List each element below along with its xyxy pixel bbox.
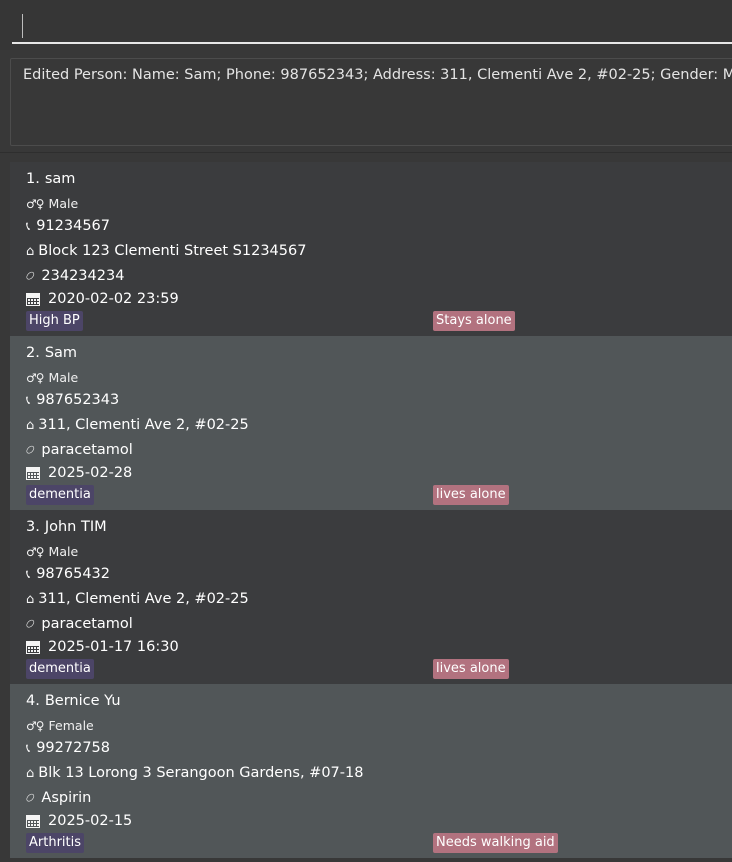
- gender-icon: ♂♀: [26, 370, 45, 385]
- person-phone: 98765432: [36, 566, 111, 582]
- person-name: sam: [44, 171, 76, 187]
- person-medication-line: ⬭ Aspirin: [22, 790, 92, 806]
- command-box: [0, 0, 732, 50]
- condition-tag: High BP: [26, 311, 83, 331]
- calendar-icon: [26, 466, 40, 480]
- calendar-icon: [26, 814, 40, 828]
- gender-icon: ♂♀: [26, 544, 45, 559]
- person-phone: 99272758: [36, 740, 111, 756]
- living-tag: Needs walking aid: [433, 833, 558, 853]
- person-gender-line: ♂♀ Female: [26, 718, 94, 733]
- phone-icon: 📞︎: [26, 218, 31, 233]
- person-list[interactable]: 1. sam ♂♀ Male 📞︎ 91234567 ⌂ Block 123 C…: [10, 162, 732, 858]
- person-index: 3.: [26, 519, 40, 535]
- person-address-line: ⌂ Blk 13 Lorong 3 Serangoon Gardens, #07…: [26, 765, 363, 781]
- person-phone-line: 📞︎ 91234567: [26, 218, 110, 234]
- living-tag: lives alone: [433, 485, 509, 505]
- person-name: John TIM: [44, 519, 107, 535]
- home-icon: ⌂: [26, 417, 35, 433]
- person-appointment: 2025-02-15: [48, 813, 133, 829]
- result-display[interactable]: Edited Person: Name: Sam; Phone: 9876523…: [10, 58, 732, 146]
- gender-icon: ♂♀: [26, 718, 45, 733]
- person-medication-line: ⬭ 234234234: [22, 268, 125, 284]
- divider: [0, 152, 732, 153]
- person-name-line: 2. Sam: [26, 345, 77, 361]
- text-caret: [22, 14, 23, 38]
- person-index: 1.: [26, 171, 40, 187]
- person-appointment-line: 2025-02-28: [26, 465, 132, 481]
- person-medication: paracetamol: [41, 442, 133, 458]
- home-icon: ⌂: [26, 243, 35, 259]
- person-appointment-line: 2025-02-15: [26, 813, 132, 829]
- phone-icon: 📞︎: [26, 566, 31, 581]
- person-appointment: 2020-02-02 23:59: [48, 291, 179, 307]
- person-address: Blk 13 Lorong 3 Serangoon Gardens, #07-1…: [38, 765, 364, 781]
- person-index: 2.: [26, 345, 40, 361]
- phone-icon: 📞︎: [26, 740, 31, 755]
- person-address: 311, Clementi Ave 2, #02-25: [38, 591, 249, 607]
- person-address-line: ⌂ Block 123 Clementi Street S1234567: [26, 243, 306, 259]
- person-appointment-line: 2020-02-02 23:59: [26, 291, 179, 307]
- pill-icon: ⬭: [22, 441, 39, 458]
- person-gender: Male: [48, 544, 79, 559]
- living-tag: lives alone: [433, 659, 509, 679]
- person-gender-line: ♂♀ Male: [26, 544, 78, 559]
- person-name: Bernice Yu: [44, 693, 121, 709]
- command-input[interactable]: [12, 2, 732, 44]
- person-index: 4.: [26, 693, 40, 709]
- person-card[interactable]: 3. John TIM ♂♀ Male 📞︎ 98765432 ⌂ 311, C…: [10, 510, 732, 684]
- living-tag: Stays alone: [433, 311, 515, 331]
- calendar-icon: [26, 292, 40, 306]
- condition-tag: Arthritis: [26, 833, 85, 853]
- person-name: Sam: [44, 345, 78, 361]
- person-card[interactable]: 2. Sam ♂♀ Male 📞︎ 987652343 ⌂ 311, Cleme…: [10, 336, 732, 510]
- person-gender: Male: [48, 370, 79, 385]
- person-card[interactable]: 1. sam ♂♀ Male 📞︎ 91234567 ⌂ Block 123 C…: [10, 162, 732, 336]
- phone-icon: 📞︎: [26, 392, 31, 407]
- person-address-line: ⌂ 311, Clementi Ave 2, #02-25: [26, 591, 249, 607]
- person-name-line: 1. sam: [26, 171, 75, 187]
- person-card[interactable]: 4. Bernice Yu ♂♀ Female 📞︎ 99272758 ⌂ Bl…: [10, 684, 732, 858]
- person-gender: Male: [48, 196, 79, 211]
- person-appointment: 2025-02-28: [48, 465, 133, 481]
- person-medication-line: ⬭ paracetamol: [22, 442, 133, 458]
- result-message: Edited Person: Name: Sam; Phone: 9876523…: [23, 67, 732, 83]
- person-phone-line: 📞︎ 99272758: [26, 740, 110, 756]
- person-phone-line: 📞︎ 987652343: [26, 392, 119, 408]
- person-medication: 234234234: [41, 268, 125, 284]
- person-gender-line: ♂♀ Male: [26, 196, 78, 211]
- pill-icon: ⬭: [22, 615, 39, 632]
- condition-tag: dementia: [26, 485, 94, 505]
- home-icon: ⌂: [26, 765, 35, 781]
- person-name-line: 4. Bernice Yu: [26, 693, 121, 709]
- person-phone-line: 📞︎ 98765432: [26, 566, 110, 582]
- app-window: Edited Person: Name: Sam; Phone: 9876523…: [0, 0, 732, 862]
- person-medication: paracetamol: [41, 616, 133, 632]
- person-address-line: ⌂ 311, Clementi Ave 2, #02-25: [26, 417, 249, 433]
- calendar-icon: [26, 640, 40, 654]
- condition-tag: dementia: [26, 659, 94, 679]
- person-address: Block 123 Clementi Street S1234567: [38, 243, 307, 259]
- pill-icon: ⬭: [22, 789, 39, 806]
- person-name-line: 3. John TIM: [26, 519, 107, 535]
- person-phone: 987652343: [36, 392, 120, 408]
- person-medication: Aspirin: [41, 790, 92, 806]
- person-appointment: 2025-01-17 16:30: [48, 639, 179, 655]
- person-medication-line: ⬭ paracetamol: [22, 616, 133, 632]
- gender-icon: ♂♀: [26, 196, 45, 211]
- pill-icon: ⬭: [22, 267, 39, 284]
- home-icon: ⌂: [26, 591, 35, 607]
- person-gender-line: ♂♀ Male: [26, 370, 78, 385]
- person-address: 311, Clementi Ave 2, #02-25: [38, 417, 249, 433]
- person-gender: Female: [48, 718, 94, 733]
- person-phone: 91234567: [36, 218, 111, 234]
- person-appointment-line: 2025-01-17 16:30: [26, 639, 179, 655]
